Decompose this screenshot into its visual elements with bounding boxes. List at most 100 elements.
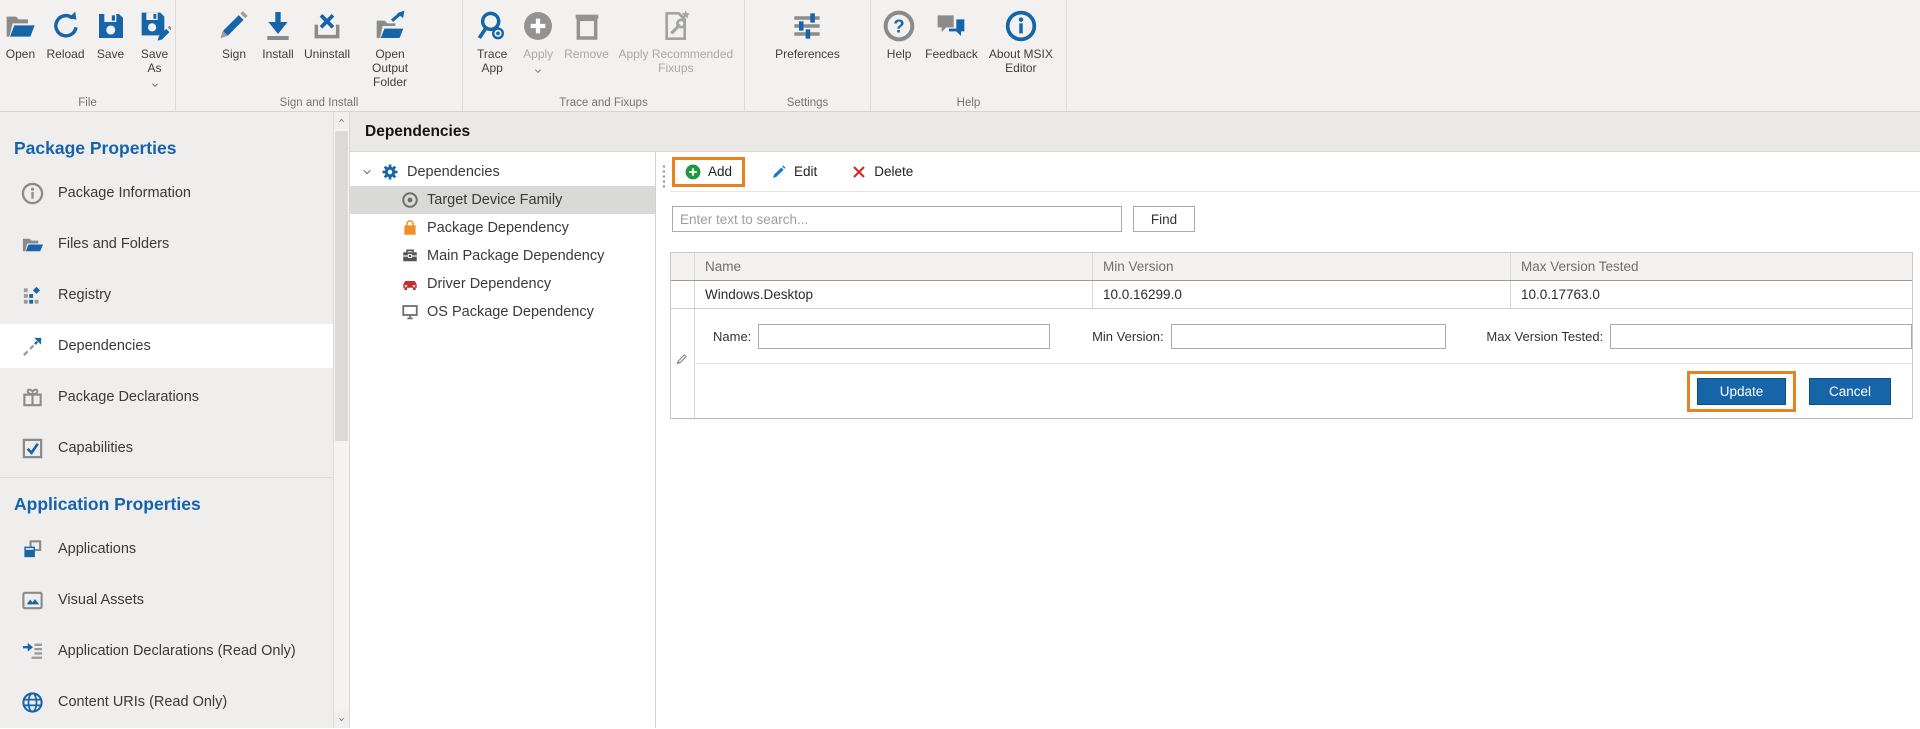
tree-item-target-device-family[interactable]: Target Device Family xyxy=(350,186,655,214)
field-input-name[interactable] xyxy=(758,324,1050,349)
tree-item-driver-dependency[interactable]: Driver Dependency xyxy=(350,270,655,298)
column-header-min-version[interactable]: Min Version xyxy=(1093,253,1511,280)
sidebar-item-capabilities[interactable]: Capabilities xyxy=(0,426,333,470)
tree-item-label: OS Package Dependency xyxy=(427,304,594,320)
edit-button[interactable]: Edit xyxy=(765,161,823,183)
grid-toolbar: Add Edit Delete xyxy=(670,152,1920,192)
sidebar-item-content-uris-read-only[interactable]: Content URIs (Read Only) xyxy=(0,680,333,724)
ribbon-button-feedback[interactable]: Feedback xyxy=(921,6,982,63)
table-cell: 10.0.17763.0 xyxy=(1511,281,1912,308)
ribbon-button-label: Install xyxy=(262,47,293,61)
sidebar-item-label: Visual Assets xyxy=(58,592,144,608)
ribbon-button-about-msix-editor[interactable]: About MSIX Editor xyxy=(982,6,1060,77)
edit-pencil-icon xyxy=(771,164,787,180)
ribbon-button-label: Remove xyxy=(564,47,609,61)
ribbon-button-uninstall[interactable]: Uninstall xyxy=(300,6,354,63)
tree-item-main-package-dependency[interactable]: Main Package Dependency xyxy=(350,242,655,270)
update-button[interactable]: Update xyxy=(1697,378,1786,405)
tree-expander-chevron-icon[interactable] xyxy=(360,165,374,179)
delete-button-label: Delete xyxy=(874,164,913,179)
table-cell: Windows.Desktop xyxy=(695,281,1093,308)
page-title: Dependencies xyxy=(365,123,470,141)
dependencies-icon xyxy=(20,334,44,358)
scroll-down-icon[interactable] xyxy=(334,711,349,728)
ribbon-group-label: Help xyxy=(871,97,1066,109)
ribbon-button-label: Open xyxy=(6,47,35,61)
sidebar-item-dependencies[interactable]: Dependencies xyxy=(0,324,333,368)
msix-editor-window: Open Reload SaveSave AsFile Sign Install Unin… xyxy=(0,0,1920,728)
sidebar-item-application-declarations-read-only[interactable]: Application Declarations (Read Only) xyxy=(0,629,333,673)
tree-item-label: Main Package Dependency xyxy=(427,248,604,264)
ribbon-group-settings: Preferences Settings xyxy=(745,0,871,111)
chevron-down-icon xyxy=(533,62,543,80)
help-icon: ? xyxy=(881,8,917,44)
field-input-min-version[interactable] xyxy=(1171,324,1447,349)
ribbon-group-label: Trace and Fixups xyxy=(463,97,744,109)
package-information-icon xyxy=(20,181,44,205)
tree-item-package-dependency[interactable]: Package Dependency xyxy=(350,214,655,242)
ribbon-button-install[interactable]: Install xyxy=(256,6,300,63)
ribbon-group-label: Settings xyxy=(745,97,870,109)
search-input[interactable] xyxy=(672,206,1122,232)
application-declarations-icon xyxy=(20,639,44,663)
ribbon-button-open-output-folder[interactable]: Open Output Folder xyxy=(354,6,426,91)
ribbon-button-preferences[interactable]: Preferences xyxy=(771,6,844,63)
ribbon-button-open[interactable]: Open xyxy=(0,6,42,63)
add-button[interactable]: Add xyxy=(679,161,738,183)
table-cell: 10.0.16299.0 xyxy=(1093,281,1511,308)
save-icon xyxy=(93,8,129,44)
ribbon-button-trace-app[interactable]: Trace App xyxy=(468,6,516,77)
sidebar-item-label: Package Declarations xyxy=(58,389,199,405)
files-and-folders-icon xyxy=(20,232,44,256)
column-header-max-version-tested[interactable]: Max Version Tested xyxy=(1511,253,1912,280)
ribbon-button-sign[interactable]: Sign xyxy=(212,6,256,63)
table-header-row: NameMin VersionMax Version Tested xyxy=(671,253,1912,281)
dependencies-table: NameMin VersionMax Version Tested Window… xyxy=(670,252,1913,419)
sidebar-item-applications[interactable]: Applications xyxy=(0,527,333,571)
driver-dependency-icon xyxy=(400,275,419,294)
delete-button[interactable]: Delete xyxy=(845,161,919,183)
sidebar-item-label: Dependencies xyxy=(58,338,151,354)
table-row[interactable]: Windows.Desktop10.0.16299.010.0.17763.0 xyxy=(671,281,1912,309)
ribbon-group-label: Sign and Install xyxy=(176,97,462,109)
ribbon-group-label: File xyxy=(0,97,175,109)
scroll-up-icon[interactable] xyxy=(334,112,349,129)
preferences-icon xyxy=(789,8,825,44)
ribbon-button-save[interactable]: Save xyxy=(89,6,133,63)
row-edit-indicator-gutter xyxy=(671,309,695,418)
table-gutter-cell xyxy=(671,281,695,308)
ribbon-button-label: Apply xyxy=(523,47,553,61)
sidebar-item-files-and-folders[interactable]: Files and Folders xyxy=(0,222,333,266)
ribbon-button-label: Reload xyxy=(46,47,84,61)
sign-icon xyxy=(216,8,252,44)
trace-app-icon xyxy=(474,8,510,44)
feedback-icon xyxy=(933,8,969,44)
sidebar-item-package-declarations[interactable]: Package Declarations xyxy=(0,375,333,419)
tree-item-os-package-dependency[interactable]: OS Package Dependency xyxy=(350,298,655,326)
package-declarations-icon xyxy=(20,385,44,409)
tree-root-dependencies[interactable]: Dependencies xyxy=(350,158,655,186)
sidebar-item-registry[interactable]: Registry xyxy=(0,273,333,317)
add-icon xyxy=(685,164,701,180)
scrollbar-thumb[interactable] xyxy=(335,131,348,441)
apply-icon xyxy=(520,8,556,44)
find-button[interactable]: Find xyxy=(1133,206,1195,232)
ribbon-button-help[interactable]: ?Help xyxy=(877,6,921,63)
ribbon-button-save-as[interactable]: Save As xyxy=(133,6,177,96)
column-header-name[interactable]: Name xyxy=(695,253,1093,280)
package-dependency-icon xyxy=(400,219,419,238)
sidebar-scrollbar[interactable] xyxy=(333,112,350,728)
sidebar-item-label: Capabilities xyxy=(58,440,133,456)
ribbon-button-label: Trace App xyxy=(472,47,512,75)
registry-icon xyxy=(20,283,44,307)
sidebar-item-visual-assets[interactable]: Visual Assets xyxy=(0,578,333,622)
field-label-min-version: Min Version: xyxy=(1092,329,1164,344)
remove-icon xyxy=(569,8,605,44)
sidebar-item-package-information[interactable]: Package Information xyxy=(0,171,333,215)
table-gutter-header-cell xyxy=(671,253,695,280)
field-input-max-version-tested[interactable] xyxy=(1610,324,1912,349)
panel-splitter[interactable] xyxy=(656,152,670,728)
ribbon-button-reload[interactable]: Reload xyxy=(42,6,88,63)
cancel-button[interactable]: Cancel xyxy=(1809,378,1891,405)
ribbon-button-label: Feedback xyxy=(925,47,978,61)
